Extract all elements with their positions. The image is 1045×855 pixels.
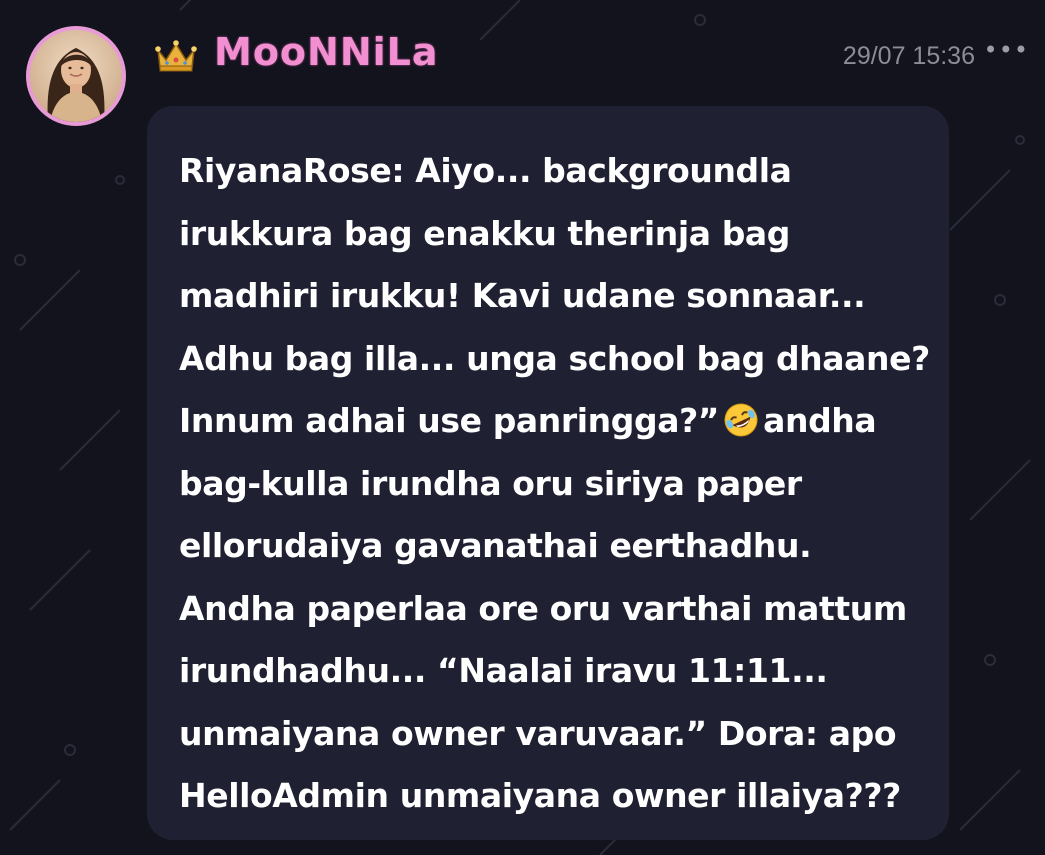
message-line: unmaiyana owner varuvaar.” Dora: apo: [179, 713, 897, 753]
message-text: RiyanaRose: Aiyo... backgroundla irukkur…: [179, 140, 930, 828]
message-line: madhiri irukku! Kavi udane sonnaar...: [179, 276, 866, 315]
message-line: HelloAdmin unmaiyana owner illaiya???: [179, 776, 901, 815]
message-timestamp: 29/07 15:36: [842, 42, 975, 70]
message-segment: andha: [763, 401, 877, 440]
avatar[interactable]: [26, 26, 126, 126]
author-name[interactable]: MooNNiLa: [214, 30, 439, 74]
message-bubble[interactable]: RiyanaRose: Aiyo... backgroundla irukkur…: [147, 106, 949, 840]
message-line: ellorudaiya gavanathai eerthadhu.: [179, 526, 812, 565]
message-line: irukkura bag enakku therinja bag: [179, 213, 791, 253]
crown-icon: [152, 38, 200, 74]
message-line: RiyanaRose: Aiyo... backgroundla: [179, 151, 792, 190]
message-line: irundhadhu... “Naalai iravu 11:11...: [179, 651, 828, 690]
rolling-on-floor-laughing-emoji: [723, 396, 759, 437]
message-line-with-emoji: Innum adhai use panringga?” andha: [179, 390, 917, 453]
more-horizontal-icon[interactable]: •••: [984, 36, 1029, 64]
message-line: Andha paperlaa ore oru varthai mattum: [179, 588, 907, 628]
message-segment: Innum adhai use panringga?”: [179, 401, 720, 440]
message-line: Adhu bag illa... unga school bag dhaane?: [179, 338, 930, 378]
message-line: bag-kulla irundha oru siriya paper: [179, 463, 802, 503]
